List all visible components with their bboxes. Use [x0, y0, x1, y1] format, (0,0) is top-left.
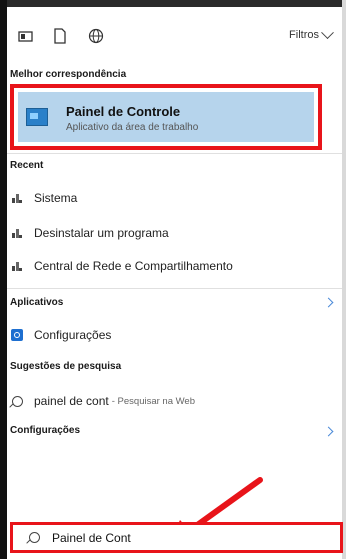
suggestion-query: painel de cont [34, 394, 109, 408]
suggestion-suffix: - Pesquisar na Web [111, 395, 195, 407]
best-match-result[interactable]: Painel de Controle Aplicativo da área de… [18, 92, 314, 142]
app-item-settings[interactable]: Configurações [10, 328, 111, 342]
chevron-down-icon [321, 25, 334, 39]
search-icon [10, 394, 24, 408]
suggestions-heading: Sugestões de pesquisa [10, 361, 122, 372]
recent-item-sistema[interactable]: Sistema [10, 191, 77, 205]
settings-heading: Configurações [10, 425, 81, 436]
apps-icon[interactable] [17, 27, 35, 45]
search-icon [29, 532, 40, 543]
taskbar-strip [0, 0, 346, 7]
control-panel-icon [26, 108, 48, 126]
search-toolbar: Filtros [7, 7, 342, 62]
best-match-title: Painel de Controle [66, 104, 181, 119]
search-bar[interactable] [10, 522, 343, 553]
best-match-subtitle: Aplicativo da área de trabalho [66, 122, 199, 133]
system-icon [10, 191, 24, 205]
best-match-highlight: Painel de Controle Aplicativo da área de… [10, 84, 322, 150]
chevron-right-icon[interactable] [323, 426, 334, 437]
web-icon[interactable] [87, 27, 105, 45]
list-item-label: Configurações [34, 328, 112, 342]
gear-icon [10, 328, 24, 342]
list-item-label: Sistema [34, 191, 78, 205]
apps-heading: Aplicativos [10, 297, 64, 308]
scrollbar-track[interactable] [342, 0, 346, 559]
system-icon [10, 259, 24, 273]
chevron-right-icon[interactable] [323, 297, 334, 308]
recent-heading: Recent [10, 160, 44, 171]
window-edge-left [0, 0, 7, 559]
divider [7, 288, 342, 289]
list-item-label: Desinstalar um programa [34, 226, 169, 240]
system-icon [10, 226, 24, 240]
filters-dropdown[interactable]: Filtros [289, 25, 334, 41]
filters-label: Filtros [289, 29, 319, 41]
document-icon[interactable] [51, 27, 69, 45]
divider [7, 153, 342, 154]
list-item-label: Central de Rede e Compartilhamento [34, 259, 233, 273]
best-match-heading: Melhor correspondência [10, 69, 127, 80]
recent-item-uninstall[interactable]: Desinstalar um programa [10, 226, 169, 240]
recent-item-network[interactable]: Central de Rede e Compartilhamento [10, 259, 233, 273]
search-input[interactable] [52, 530, 252, 545]
suggestion-item[interactable]: painel de cont - Pesquisar na Web [10, 394, 195, 408]
